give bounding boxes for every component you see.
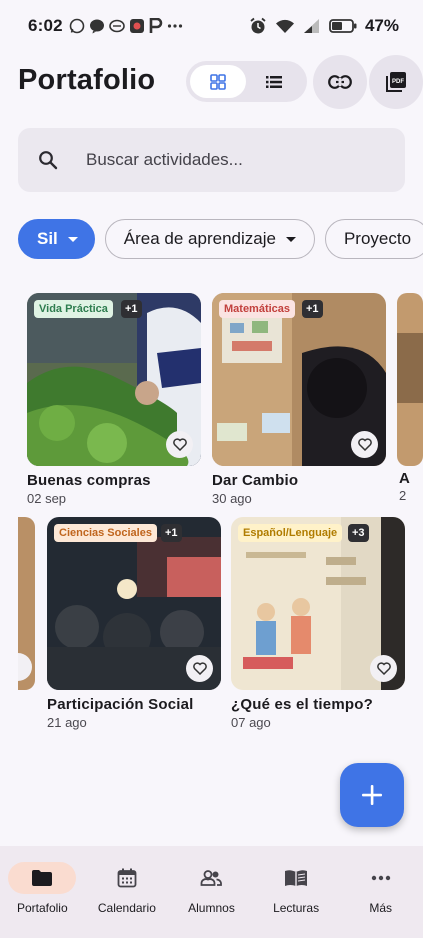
book-icon (285, 870, 308, 886)
grid-icon (210, 73, 226, 90)
favorite-button[interactable] (186, 655, 213, 682)
activity-title: Buenas compras (27, 472, 151, 489)
link-icon (328, 75, 352, 89)
activity-date: 07 ago (231, 715, 271, 730)
category-tag: Ciencias Sociales (54, 524, 157, 542)
activity-card[interactable]: Vida Práctica +1 Buenas compras 02 sep (27, 293, 201, 506)
activity-thumbnail: Vida Práctica +1 (27, 293, 201, 466)
nav-label: Lecturas (273, 901, 320, 915)
filter-chip-project[interactable]: Proyecto (324, 219, 423, 259)
nav-label: Calendario (97, 901, 156, 915)
category-tag: Vida Práctica (34, 300, 113, 318)
bottom-navigation: Portafolio Calendario Alumnos Lecturas M… (0, 846, 423, 938)
chevron-down-icon (67, 236, 78, 242)
app-icon (129, 18, 145, 34)
pdf-icon: PDF (386, 72, 406, 92)
calendar-icon (117, 868, 137, 888)
more-dots-icon (167, 23, 183, 29)
battery-icon (329, 18, 357, 34)
category-tag: Español/Lenguaje (238, 524, 343, 542)
favorite-button[interactable] (351, 431, 378, 458)
p-letter-icon (149, 18, 163, 34)
activity-thumbnail: Ciencias Sociales +1 (47, 517, 221, 690)
heart-icon (172, 438, 187, 451)
nav-item-portafolio[interactable]: Portafolio (0, 846, 85, 938)
export-pdf-button[interactable]: PDF (369, 55, 423, 109)
status-time: 6:02 (28, 16, 63, 35)
add-activity-button[interactable] (340, 763, 404, 827)
battery-percent: 47% (364, 16, 399, 35)
extra-tags-count: +3 (348, 524, 369, 542)
alarm-icon (249, 17, 267, 35)
filter-chip-learning-area[interactable]: Área de aprendizaje (104, 219, 315, 259)
chevron-down-icon (285, 236, 296, 242)
folder-icon (32, 870, 53, 886)
nav-label: Más (369, 901, 392, 915)
search-bar[interactable]: Buscar actividades... (18, 128, 405, 192)
activity-title: A (399, 470, 410, 487)
category-tag: Matemáticas (219, 300, 296, 318)
filter-chips: Sil Área de aprendizaje Proyecto (18, 219, 423, 259)
favorite-button[interactable] (166, 431, 193, 458)
activity-card[interactable]: Ciencias Sociales +1 Participación Socia… (47, 517, 221, 730)
activity-date: 21 ago (47, 715, 87, 730)
extra-tags-count: +1 (161, 524, 182, 542)
people-icon (201, 870, 223, 886)
nav-label: Alumnos (188, 901, 235, 915)
activity-card[interactable]: Español/Lenguaje +3 ¿Qué es el tiempo? 0… (231, 517, 405, 730)
messenger-icon (89, 18, 105, 34)
signal-icon (303, 18, 321, 34)
whatsapp-icon (69, 18, 85, 34)
activity-thumbnail: Matemáticas +1 (212, 293, 386, 466)
search-icon (39, 151, 58, 170)
activity-title: Dar Cambio (212, 472, 299, 489)
favorite-button[interactable] (370, 655, 397, 682)
activity-card-partial[interactable] (18, 517, 35, 690)
heart-icon (376, 662, 391, 675)
view-toggle (186, 61, 307, 102)
filter-chip-student[interactable]: Sil (18, 219, 95, 259)
extra-tags-count: +1 (121, 300, 142, 318)
nav-item-alumnos[interactable]: Alumnos (169, 846, 254, 938)
extra-tags-count: +1 (302, 300, 323, 318)
page-title: Portafolio (18, 64, 156, 96)
list-icon (266, 75, 282, 88)
add-icon (362, 785, 382, 805)
activity-card[interactable]: Matemáticas +1 Dar Cambio 30 ago (212, 293, 386, 506)
heart-icon (357, 438, 372, 451)
nav-item-lecturas[interactable]: Lecturas (254, 846, 339, 938)
activity-date: 30 ago (212, 491, 252, 506)
share-link-button[interactable] (313, 55, 367, 109)
activity-date: 2 (399, 488, 407, 503)
heart-icon (192, 662, 207, 675)
search-input[interactable]: Buscar actividades... (86, 150, 243, 170)
activity-card-partial[interactable] (397, 293, 423, 466)
nav-item-calendario[interactable]: Calendario (85, 846, 170, 938)
activity-date: 02 sep (27, 491, 67, 506)
list-view-button[interactable] (246, 65, 302, 98)
nav-item-mas[interactable]: Más (338, 846, 423, 938)
activity-thumbnail: Español/Lenguaje +3 (231, 517, 405, 690)
activity-title: ¿Qué es el tiempo? (231, 696, 373, 713)
status-bar: 6:02 47% (0, 0, 423, 52)
nav-label: Portafolio (16, 901, 68, 915)
grid-view-button[interactable] (190, 65, 246, 98)
svg-text:PDF: PDF (392, 79, 404, 85)
chat-icon (109, 18, 125, 34)
wifi-icon (275, 18, 295, 34)
activity-title: Participación Social (47, 696, 194, 713)
more-icon (371, 875, 390, 881)
